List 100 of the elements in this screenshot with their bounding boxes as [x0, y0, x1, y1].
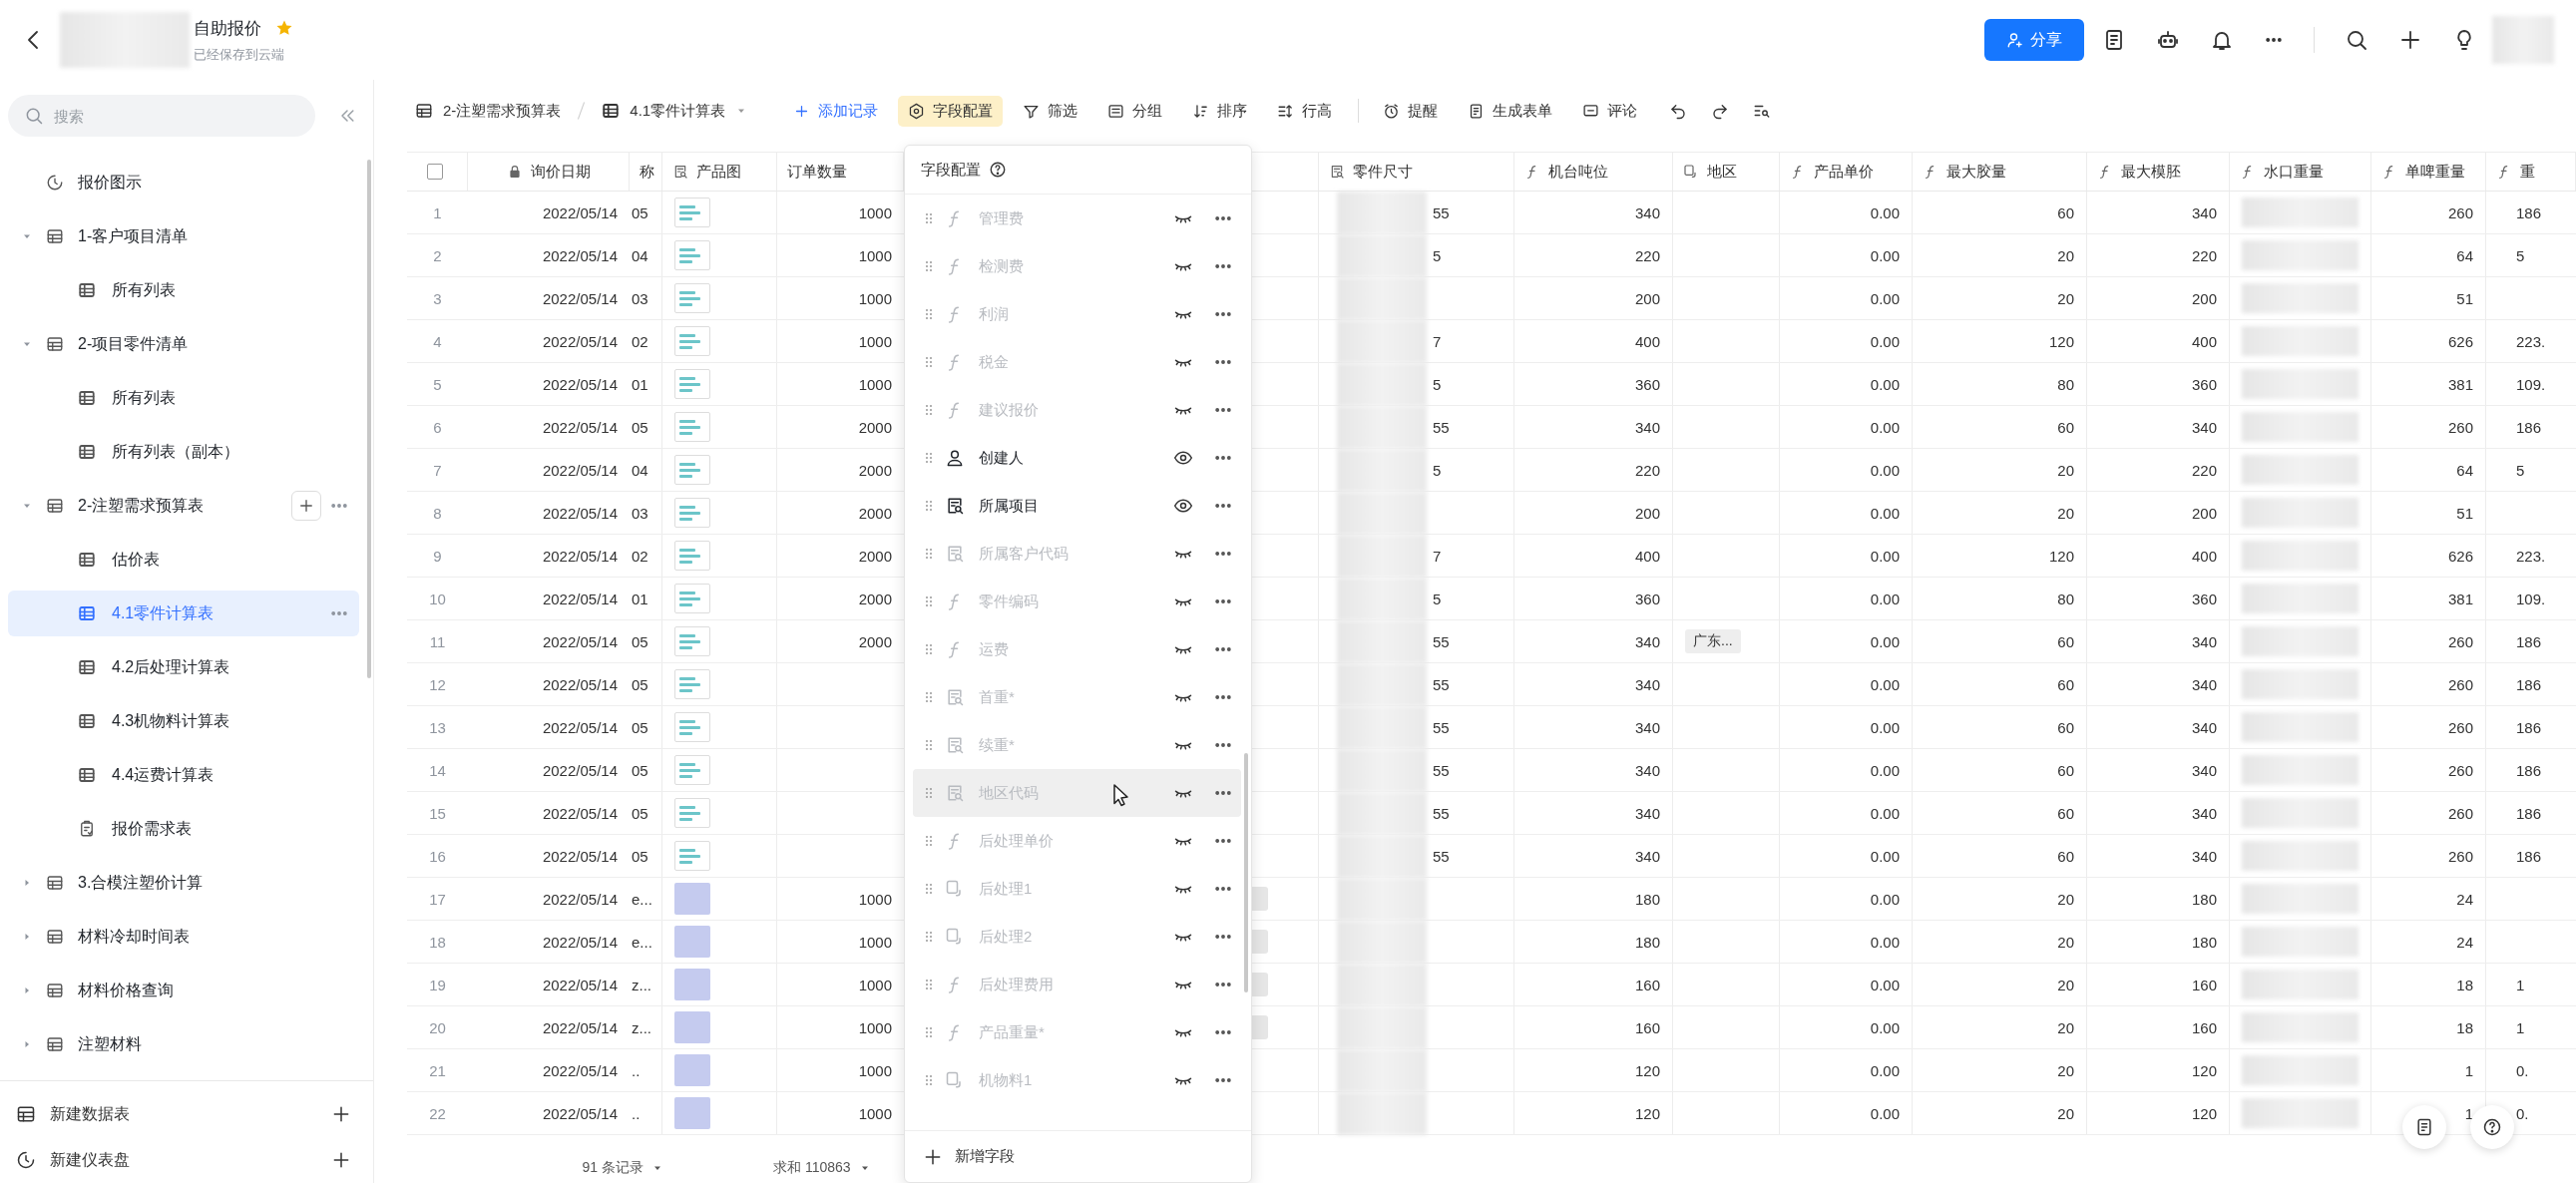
table-cell: 2000 [858, 547, 892, 565]
column-header[interactable]: 单啤重量 [2371, 153, 2486, 191]
add-field-button[interactable]: 新增字段 [905, 1130, 1251, 1182]
search-field[interactable]: 搜索 [8, 95, 315, 137]
column-header[interactable]: 称 [630, 153, 662, 191]
document-button[interactable] [2402, 1105, 2446, 1149]
toolbar-button[interactable]: 评论 [1572, 95, 1648, 127]
table-icon [78, 443, 96, 461]
table-cell: 2022/05/14 [542, 547, 618, 565]
toolbar-button[interactable]: 排序 [1182, 95, 1258, 127]
document-thumbnail [674, 197, 710, 227]
sidebar-item[interactable]: 报价需求表 [8, 806, 359, 852]
toolbar-button[interactable]: 生成表单 [1458, 95, 1563, 127]
star-icon[interactable] [275, 19, 293, 37]
breadcrumb-item[interactable]: 4.1零件计算表 [594, 95, 756, 127]
table-cell: 0. [2516, 1061, 2529, 1079]
column-header[interactable]: 地区 [1673, 153, 1780, 191]
table-cell: 55 [1433, 761, 1450, 779]
sidebar-item[interactable]: 3.合模注塑价计算 [8, 860, 359, 906]
table-icon [46, 1035, 64, 1053]
column-header[interactable]: 产品单价 [1780, 153, 1913, 191]
field-item[interactable]: 创建人 [913, 434, 1241, 482]
document-thumbnail [674, 584, 710, 613]
record-count[interactable]: 91 条记录 [468, 1159, 663, 1177]
checkbox[interactable] [427, 164, 443, 180]
table-cell: 0.00 [1870, 590, 1900, 607]
document-thumbnail [674, 669, 710, 699]
row-number: 20 [429, 1018, 446, 1036]
sidebar-item[interactable]: 注塑材料 [8, 1021, 359, 1067]
sidebar-item[interactable]: 所有列表 [8, 267, 359, 313]
column-header[interactable]: 最大胶量 [1913, 153, 2087, 191]
column-header[interactable]: 产品图 [662, 153, 777, 191]
table-cell: 360 [2191, 375, 2217, 393]
breadcrumb-item[interactable]: 2-注塑需求预算表 [407, 95, 570, 127]
column-header[interactable]: 水口重量 [2230, 153, 2371, 191]
sidebar-item[interactable]: 所有列表 [8, 375, 359, 421]
sidebar-item[interactable]: 4.1零件计算表 [8, 591, 359, 636]
toolbar-button[interactable]: 行高 [1267, 95, 1343, 127]
table-cell: 51 [2456, 289, 2473, 307]
sidebar-item[interactable]: 材料价格查询 [8, 968, 359, 1013]
table-cell: 5 [1433, 461, 1442, 479]
column-header[interactable]: 询价日期 [468, 153, 630, 191]
photo-placeholder [674, 969, 710, 1000]
scrollbar[interactable] [1244, 753, 1248, 992]
table-cell: 186 [2516, 761, 2542, 779]
sidebar-item[interactable]: 估价表 [8, 537, 359, 583]
sidebar-item[interactable]: 所有列表（副本） [8, 429, 359, 475]
table-cell: 340 [1634, 847, 1660, 865]
toolbar-button[interactable]: 添加记录 [783, 95, 889, 127]
table-icon [78, 389, 96, 407]
sidebar-item[interactable]: 报价图示 [8, 160, 359, 205]
plus-icon[interactable] [2398, 28, 2422, 52]
column-header[interactable]: 最大模胚 [2087, 153, 2230, 191]
toolbar-button[interactable]: 字段配置 [898, 95, 1004, 127]
table-cell: 0.00 [1870, 289, 1900, 307]
column-header[interactable]: 零件尺寸 [1319, 153, 1514, 191]
column-header[interactable]: 重 [2486, 153, 2576, 191]
undo-icon[interactable] [1669, 102, 1688, 120]
table-cell: 2022/05/14 [542, 632, 618, 650]
toolbar-button[interactable]: 提醒 [1373, 95, 1449, 127]
table-cell: .. [632, 1104, 641, 1122]
sidebar-item[interactable]: 2-项目零件清单 [8, 321, 359, 367]
help-button[interactable] [2470, 1105, 2514, 1149]
table-cell: 24 [2456, 933, 2473, 951]
table-cell: 20 [2057, 976, 2074, 993]
sidebar-item[interactable]: 4.2后处理计算表 [8, 644, 359, 690]
redo-icon[interactable] [1711, 102, 1730, 120]
column-header[interactable]: 机台吨位 [1514, 153, 1673, 191]
table-cell: 340 [2191, 203, 2217, 221]
sidebar-item[interactable]: 4.3机物料计算表 [8, 698, 359, 744]
table-cell: 186 [2516, 632, 2542, 650]
table-cell: 2000 [858, 504, 892, 522]
person-icon [945, 448, 965, 468]
help-icon[interactable] [989, 161, 1007, 179]
document-thumbnail [674, 798, 710, 828]
sum-summary[interactable]: 求和 110863 [773, 1159, 871, 1177]
share-button[interactable]: 分享 [1984, 19, 2084, 61]
scrollbar[interactable] [367, 160, 371, 678]
add-button[interactable] [291, 491, 321, 521]
table-cell: 2022/05/14 [542, 332, 618, 350]
table-cell: 260 [2447, 761, 2473, 779]
field-item[interactable]: 所属项目 [913, 482, 1241, 530]
table-cell: 0.00 [1870, 933, 1900, 951]
sidebar-item[interactable]: 1-客户项目清单 [8, 213, 359, 259]
toolbar-button[interactable]: 分组 [1097, 95, 1173, 127]
sidebar-item[interactable]: 材料冷却时间表 [8, 914, 359, 960]
row-number: 19 [429, 976, 446, 993]
table-cell: 60 [2057, 761, 2074, 779]
eye-icon[interactable] [1173, 496, 1193, 516]
toolbar-button[interactable]: 筛选 [1013, 95, 1088, 127]
table-cell: 1 [2464, 1104, 2473, 1122]
table-cell: 2022/05/14 [542, 418, 618, 436]
row-number: 10 [429, 590, 446, 607]
eye-icon[interactable] [1173, 448, 1193, 468]
create-item[interactable]: 新建仪表盘 [0, 1137, 373, 1183]
sidebar-item[interactable]: 4.4运费计算表 [8, 752, 359, 798]
search-icon[interactable] [2345, 28, 2368, 52]
create-item[interactable]: 新建数据表 [0, 1091, 373, 1137]
table-cell: 400 [2191, 547, 2217, 565]
sidebar-item[interactable]: 2-注塑需求预算表 [8, 483, 359, 529]
